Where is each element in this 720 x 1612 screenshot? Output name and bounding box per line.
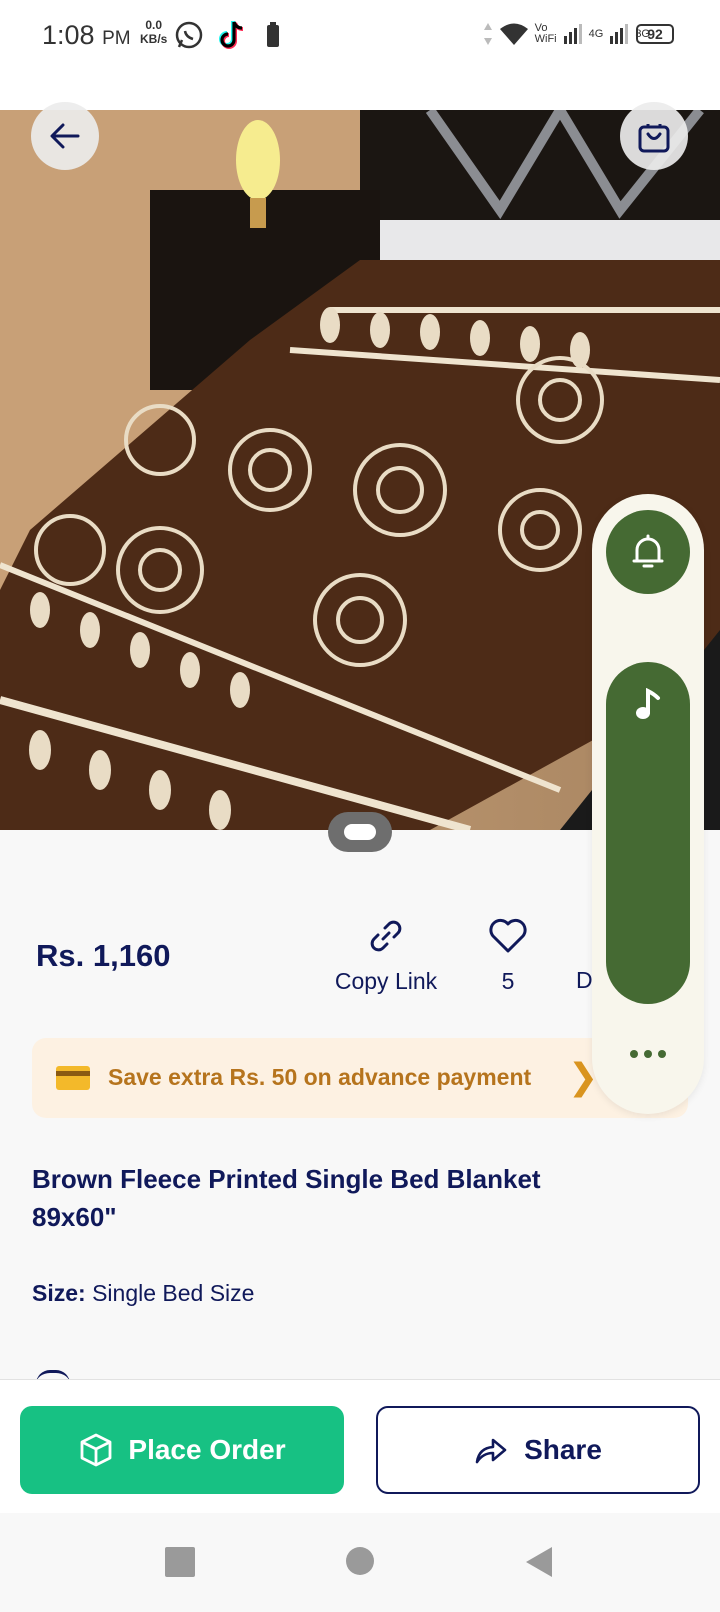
back-button[interactable] (31, 102, 99, 170)
whatsapp-icon (175, 21, 203, 49)
wifi-icon (499, 23, 528, 45)
floating-side-panel (592, 494, 704, 1114)
network-speed: 0.0 KB/s (140, 18, 167, 46)
bell-icon (632, 534, 664, 568)
copy-link-button[interactable]: Copy Link (332, 918, 440, 995)
dot (630, 1050, 638, 1058)
product-title: Brown Fleece Printed Single Bed Blanket … (32, 1164, 541, 1232)
signal-bars-icon-2 (610, 24, 629, 44)
status-clock: 1:08 (42, 20, 95, 50)
heart-icon (489, 918, 527, 953)
back-triangle-icon[interactable] (524, 1545, 554, 1579)
more-dots-icon[interactable] (614, 1042, 682, 1066)
share-label: Share (524, 1434, 602, 1465)
network-speed-unit: KB/s (140, 32, 168, 46)
share-button[interactable]: Share (376, 1406, 700, 1494)
home-button[interactable] (346, 1547, 374, 1575)
product-price: Rs. 1,160 (36, 938, 171, 973)
cart-button[interactable] (620, 102, 688, 170)
box-icon (80, 1433, 112, 1467)
network-4g-label: 4G (588, 28, 604, 40)
size-label: Size: (32, 1280, 86, 1306)
status-time: 1:08 PM (42, 20, 131, 51)
arrow-left-icon (50, 123, 80, 149)
vowifi-label: Vo WiFi (535, 23, 557, 45)
wishlist-button[interactable]: 5 (486, 918, 530, 995)
likes-count: 5 (501, 968, 515, 994)
place-order-button[interactable]: Place Order (20, 1406, 344, 1494)
place-order-label: Place Order (128, 1434, 286, 1465)
advance-payment-promo[interactable]: Save extra Rs. 50 on advance payment ❯ (32, 1038, 688, 1118)
battery-level: 92 (636, 24, 674, 44)
tiktok-icon (219, 21, 244, 49)
system-nav-bar (0, 1513, 720, 1612)
shopping-bag-icon (638, 124, 670, 153)
battery-saver-icon (267, 22, 279, 47)
credit-card-icon (56, 1066, 90, 1090)
image-pager-indicator[interactable] (328, 812, 392, 852)
wifi-label: WiFi (534, 33, 557, 45)
network-indicators: Vo WiFi 4G 3G (483, 22, 650, 46)
music-slider[interactable] (606, 662, 690, 1004)
network-speed-value: 0.0 (145, 18, 163, 32)
notification-button[interactable] (606, 510, 690, 594)
recent-apps-button[interactable] (165, 1547, 195, 1577)
share-arrow-icon (475, 1438, 507, 1464)
bottom-action-bar: Place Order Share (0, 1379, 720, 1513)
link-icon (370, 920, 402, 952)
status-bar: 1:08 PM 0.0 KB/s Vo WiFi 4G 3G 92 (0, 0, 720, 72)
promo-text: Save extra Rs. 50 on advance payment (108, 1064, 532, 1090)
header-spacer (0, 72, 720, 110)
status-period: PM (102, 28, 131, 49)
dot (644, 1050, 652, 1058)
dot (658, 1050, 666, 1058)
size-value: Single Bed Size (92, 1280, 255, 1306)
size-row: Size: Single Bed Size (32, 1280, 254, 1307)
copy-link-label: Copy Link (334, 968, 438, 994)
music-note-icon (636, 688, 660, 719)
download-label-partial[interactable]: D (576, 967, 593, 994)
signal-bars-icon (563, 24, 582, 44)
data-arrows-icon (483, 23, 492, 45)
